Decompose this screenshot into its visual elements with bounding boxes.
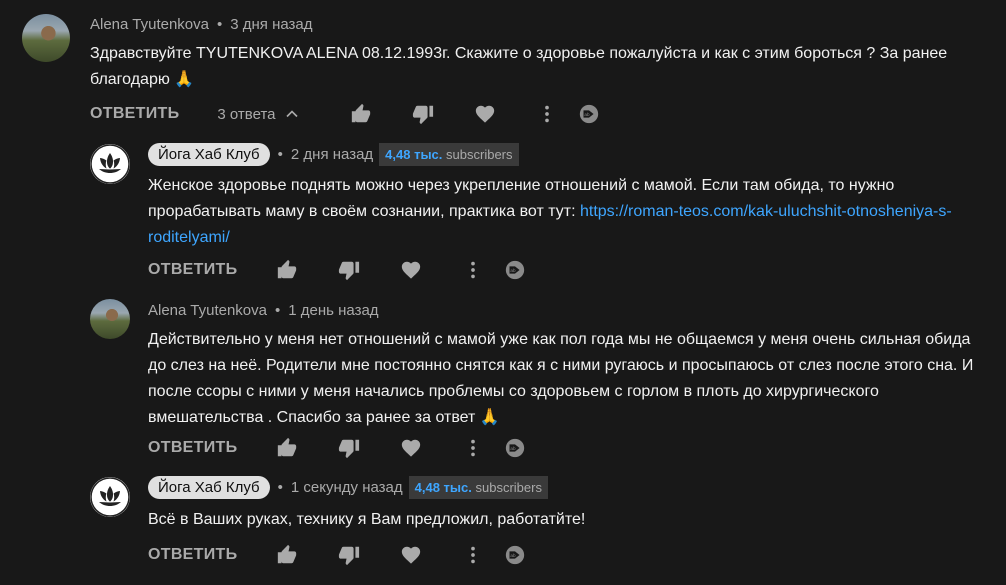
avatar[interactable] [90, 144, 130, 184]
comment-header: Alena Tyutenkova • 1 день назад [148, 302, 379, 319]
separator: • [274, 302, 281, 319]
comment-actions: ОТВЕТИТЬ [148, 540, 526, 570]
thumbs-down-icon[interactable] [338, 259, 360, 281]
avatar[interactable] [22, 14, 70, 62]
timestamp[interactable]: 1 день назад [288, 302, 378, 319]
subscriber-count: 4,48 тыс. [414, 480, 472, 495]
timestamp[interactable]: 3 дня назад [230, 16, 312, 33]
translate-icon[interactable] [578, 103, 600, 125]
comment-actions: ОТВЕТИТЬ 3 ответа [90, 99, 600, 129]
thumbs-up-icon[interactable] [276, 544, 298, 566]
lotus-logo-icon [90, 144, 130, 184]
timestamp[interactable]: 2 дня назад [291, 146, 373, 163]
chevron-up-icon [282, 104, 302, 124]
reply-button[interactable]: ОТВЕТИТЬ [148, 439, 237, 457]
thumbs-up-icon[interactable] [276, 259, 298, 281]
lotus-logo-icon [90, 477, 130, 517]
author-name[interactable]: Йога Хаб Клуб [148, 476, 270, 499]
avatar[interactable] [90, 477, 130, 517]
translate-icon[interactable] [504, 259, 526, 281]
more-vert-icon[interactable] [462, 259, 484, 281]
replies-count: 3 ответа [217, 105, 276, 123]
comment-text: Действительно у меня нет отношений с мам… [148, 331, 974, 426]
more-vert-icon[interactable] [536, 103, 558, 125]
translate-icon[interactable] [504, 437, 526, 459]
separator: • [277, 479, 283, 496]
thumbs-down-icon[interactable] [338, 437, 360, 459]
comment-header: Йога Хаб Клуб • 1 секунду назад 4,48 тыс… [148, 476, 548, 499]
more-vert-icon[interactable] [462, 437, 484, 459]
separator: • [216, 16, 223, 33]
more-vert-icon[interactable] [462, 544, 484, 566]
comment-actions: ОТВЕТИТЬ [148, 255, 526, 285]
replies-toggle[interactable]: 3 ответа [217, 104, 301, 124]
translate-icon[interactable] [504, 544, 526, 566]
thumbs-up-icon[interactable] [276, 437, 298, 459]
avatar[interactable] [90, 299, 130, 339]
subscriber-badge: 4,48 тыс. subscribers [408, 476, 548, 499]
heart-icon[interactable] [400, 437, 422, 459]
thumbs-down-icon[interactable] [338, 544, 360, 566]
author-name[interactable]: Alena Tyutenkova [90, 16, 209, 33]
separator: • [277, 146, 283, 163]
comment-header: Alena Tyutenkova • 3 дня назад [90, 16, 313, 33]
subscriber-count: 4,48 тыс. [385, 147, 443, 162]
comment-actions: ОТВЕТИТЬ [148, 433, 526, 463]
heart-icon[interactable] [400, 544, 422, 566]
comment-text: Женское здоровье поднять можно через укр… [148, 173, 958, 251]
heart-icon[interactable] [400, 259, 422, 281]
subscriber-badge: 4,48 тыс. subscribers [379, 143, 519, 166]
timestamp[interactable]: 1 секунду назад [291, 479, 403, 496]
subscriber-label: subscribers [475, 480, 542, 495]
reply-button[interactable]: ОТВЕТИТЬ [148, 546, 237, 564]
thumbs-up-icon[interactable] [350, 103, 372, 125]
comment-header: Йога Хаб Клуб • 2 дня назад 4,48 тыс. su… [148, 143, 519, 166]
comment-text: Всё в Ваших руках, технику я Вам предлож… [148, 511, 586, 528]
author-name[interactable]: Йога Хаб Клуб [148, 143, 270, 166]
thumbs-down-icon[interactable] [412, 103, 434, 125]
reply-button[interactable]: ОТВЕТИТЬ [148, 261, 237, 279]
comment-text: Здравствуйте TYUTENKOVA ALENA 08.12.1993… [90, 45, 948, 88]
author-name[interactable]: Alena Tyutenkova [148, 302, 267, 319]
reply-button[interactable]: ОТВЕТИТЬ [90, 105, 179, 123]
heart-icon[interactable] [474, 103, 496, 125]
subscriber-label: subscribers [446, 147, 513, 162]
